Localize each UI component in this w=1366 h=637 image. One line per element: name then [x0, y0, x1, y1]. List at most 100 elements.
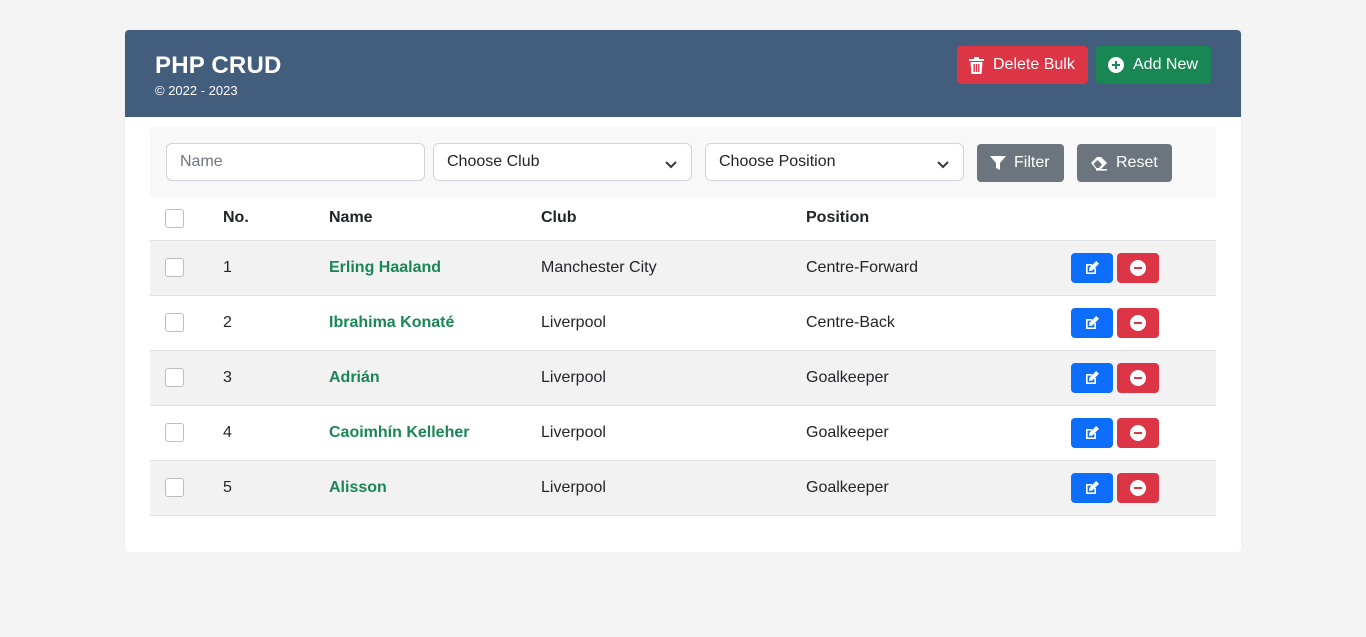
- row-actions: [1071, 295, 1216, 351]
- row-checkbox[interactable]: [165, 368, 184, 387]
- row-select-cell: [150, 350, 223, 406]
- filter-bar: Name Choose Club Choose Position Filter …: [150, 127, 1216, 197]
- club-select-value: Choose Club: [447, 153, 540, 170]
- action-buttons: [1071, 472, 1216, 503]
- edit-icon: [1084, 370, 1100, 386]
- edit-button[interactable]: [1071, 307, 1113, 338]
- reset-label: Reset: [1116, 154, 1158, 171]
- table-row: 3 Adrián Liverpool Goalkeeper: [150, 350, 1216, 406]
- chevron-down-icon: [937, 157, 949, 175]
- table-row: 4 Caoimhín Kelleher Liverpool Goalkeeper: [150, 405, 1216, 461]
- edit-icon: [1084, 315, 1100, 331]
- add-new-button[interactable]: Add New: [1096, 46, 1211, 84]
- delete-button[interactable]: [1117, 362, 1159, 393]
- delete-bulk-button[interactable]: Delete Bulk: [957, 46, 1088, 84]
- column-header-no: No.: [223, 197, 329, 241]
- action-buttons: [1071, 417, 1216, 448]
- row-club: Liverpool: [541, 405, 806, 461]
- filter-label: Filter: [1014, 154, 1050, 171]
- row-name-cell: Alisson: [329, 460, 541, 516]
- edit-icon: [1084, 425, 1100, 441]
- row-checkbox[interactable]: [165, 423, 184, 442]
- plus-circle-icon: [1108, 57, 1124, 73]
- row-position: Goalkeeper: [806, 350, 1071, 406]
- edit-button[interactable]: [1071, 472, 1113, 503]
- action-buttons: [1071, 307, 1216, 338]
- edit-button[interactable]: [1071, 362, 1113, 393]
- column-header-actions: [1071, 197, 1216, 241]
- column-header-position: Position: [806, 197, 1071, 241]
- row-no: 2: [223, 295, 329, 351]
- delete-button[interactable]: [1117, 472, 1159, 503]
- select-all-cell: [150, 197, 223, 241]
- player-name-link[interactable]: Alisson: [329, 479, 387, 496]
- row-select-cell: [150, 460, 223, 516]
- edit-icon: [1084, 480, 1100, 496]
- row-select-cell: [150, 405, 223, 461]
- delete-button[interactable]: [1117, 252, 1159, 283]
- row-position: Centre-Forward: [806, 240, 1071, 296]
- delete-button[interactable]: [1117, 417, 1159, 448]
- row-position: Goalkeeper: [806, 460, 1071, 516]
- delete-bulk-label: Delete Bulk: [993, 56, 1075, 73]
- minus-circle-icon: [1130, 369, 1146, 386]
- row-position: Goalkeeper: [806, 405, 1071, 461]
- row-position: Centre-Back: [806, 295, 1071, 351]
- row-club: Liverpool: [541, 295, 806, 351]
- page-title: PHP CRUD: [155, 52, 282, 79]
- trash-icon: [969, 56, 984, 74]
- edit-button[interactable]: [1071, 417, 1113, 448]
- players-table: No. Name Club Position 1 Erling Haaland Ma…: [150, 197, 1216, 516]
- edit-button[interactable]: [1071, 252, 1113, 283]
- copyright-text: © 2022 - 2023: [155, 83, 238, 98]
- table-header-row: No. Name Club Position: [150, 197, 1216, 241]
- row-select-cell: [150, 295, 223, 351]
- row-actions: [1071, 460, 1216, 516]
- row-no: 1: [223, 240, 329, 296]
- add-new-label: Add New: [1133, 56, 1198, 73]
- club-select[interactable]: Choose Club: [433, 143, 692, 181]
- filter-button[interactable]: Filter: [977, 144, 1064, 182]
- player-name-link[interactable]: Erling Haaland: [329, 259, 441, 276]
- row-name-cell: Ibrahima Konaté: [329, 295, 541, 351]
- row-no: 5: [223, 460, 329, 516]
- row-checkbox[interactable]: [165, 258, 184, 277]
- row-club: Liverpool: [541, 350, 806, 406]
- row-actions: [1071, 240, 1216, 296]
- select-all-checkbox[interactable]: [165, 208, 184, 228]
- edit-icon: [1084, 260, 1100, 276]
- row-checkbox[interactable]: [165, 478, 184, 497]
- name-input-placeholder: Name: [180, 153, 223, 170]
- row-actions: [1071, 350, 1216, 406]
- name-input[interactable]: Name: [166, 143, 425, 181]
- delete-button[interactable]: [1117, 307, 1159, 338]
- minus-circle-icon: [1130, 479, 1146, 496]
- minus-circle-icon: [1130, 314, 1146, 331]
- position-select-value: Choose Position: [719, 153, 836, 170]
- action-buttons: [1071, 362, 1216, 393]
- row-club: Liverpool: [541, 460, 806, 516]
- player-name-link[interactable]: Adrián: [329, 369, 380, 386]
- row-actions: [1071, 405, 1216, 461]
- row-select-cell: [150, 240, 223, 296]
- action-buttons: [1071, 252, 1216, 283]
- row-name-cell: Erling Haaland: [329, 240, 541, 296]
- player-name-link[interactable]: Caoimhín Kelleher: [329, 424, 469, 441]
- chevron-down-icon: [665, 157, 677, 175]
- position-select[interactable]: Choose Position: [705, 143, 964, 181]
- card-header: PHP CRUD © 2022 - 2023 Delete Bulk Add N…: [125, 30, 1241, 117]
- row-club: Manchester City: [541, 240, 806, 296]
- minus-circle-icon: [1130, 424, 1146, 441]
- column-header-name: Name: [329, 197, 541, 241]
- table-row: 1 Erling Haaland Manchester City Centre-For…: [150, 240, 1216, 296]
- row-no: 3: [223, 350, 329, 406]
- row-name-cell: Caoimhín Kelleher: [329, 405, 541, 461]
- table-row: 5 Alisson Liverpool Goalkeeper: [150, 460, 1216, 516]
- table-row: 2 Ibrahima Konaté Liverpool Centre-Back: [150, 295, 1216, 351]
- player-name-link[interactable]: Ibrahima Konaté: [329, 314, 454, 331]
- row-checkbox[interactable]: [165, 313, 184, 332]
- reset-button[interactable]: Reset: [1077, 144, 1172, 182]
- row-no: 4: [223, 405, 329, 461]
- eraser-icon: [1090, 156, 1108, 171]
- column-header-club: Club: [541, 197, 806, 241]
